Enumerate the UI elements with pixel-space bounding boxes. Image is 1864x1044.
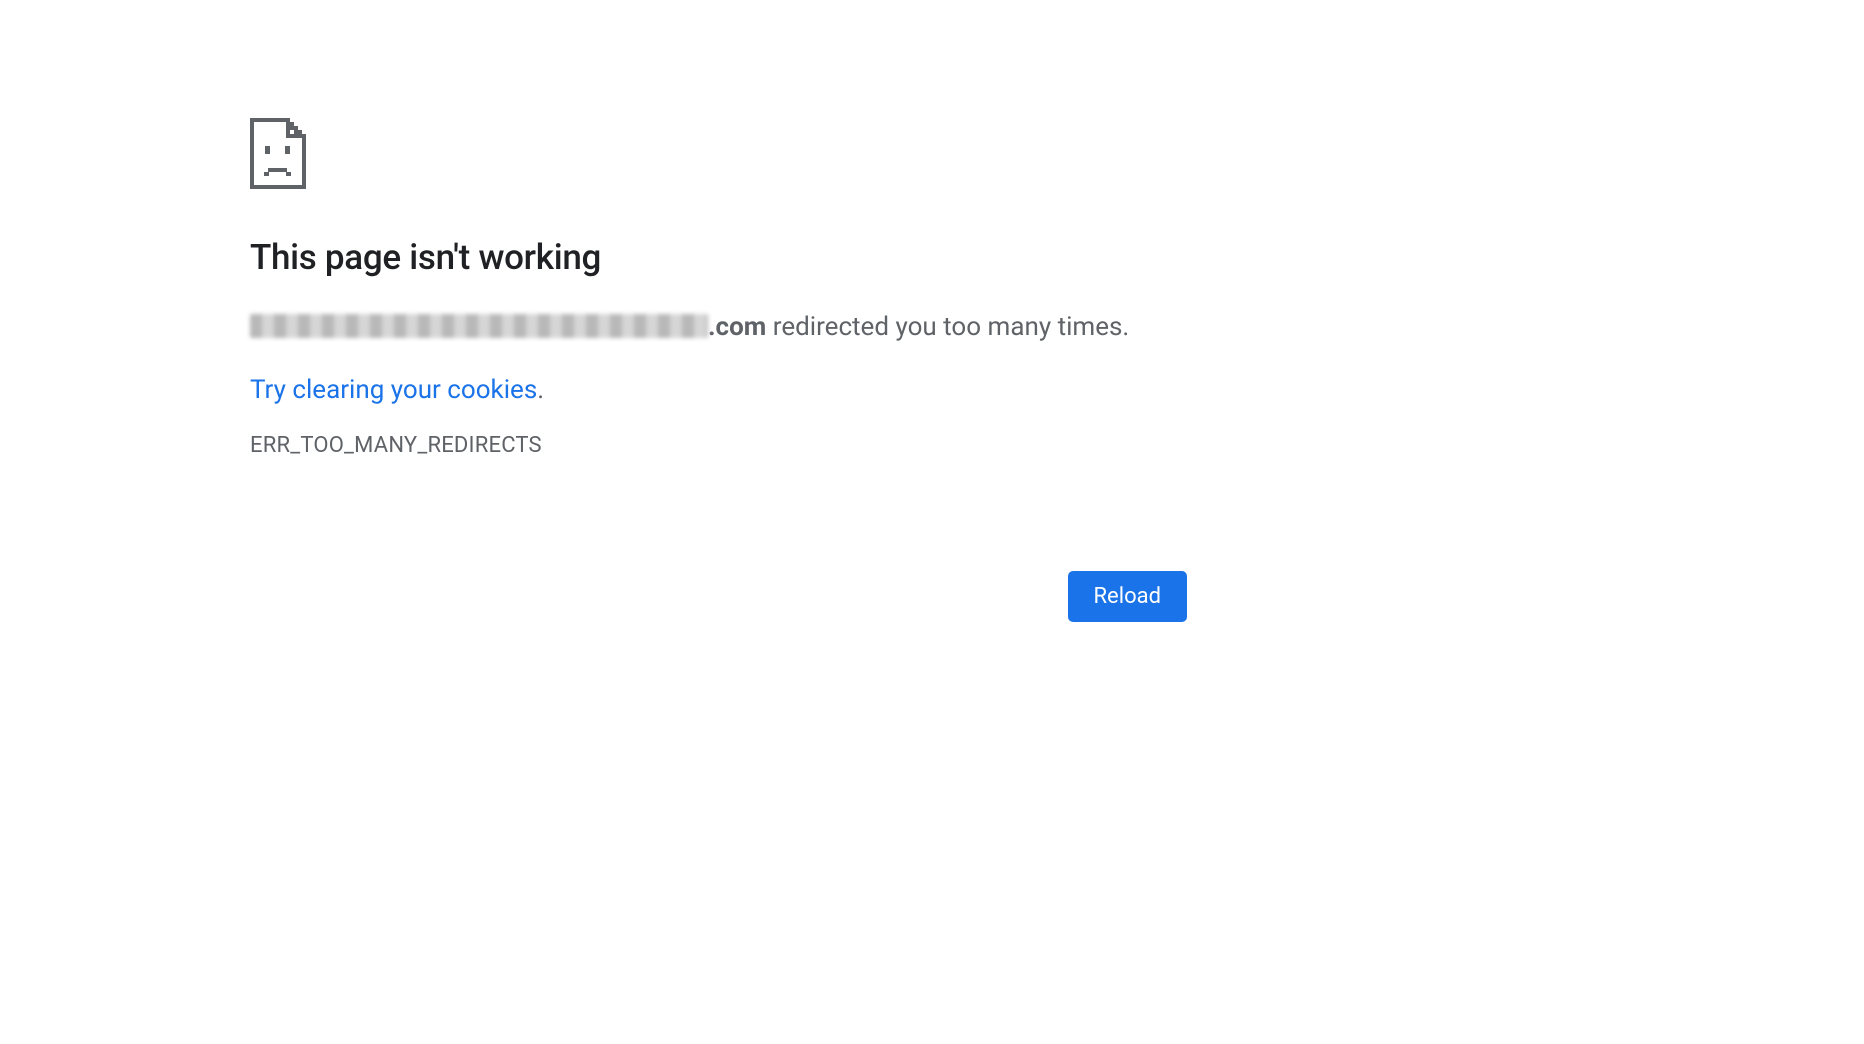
suggestion-period: . [537,375,544,405]
error-message: .com redirected you too many times. [250,308,1187,347]
suggestion-line: Try clearing your cookies. [250,375,1187,405]
clear-cookies-link[interactable]: Try clearing your cookies [250,375,537,405]
error-page-container: This page isn't working .com redirected … [250,118,1187,458]
redacted-domain [250,314,708,338]
error-title: This page isn't working [250,237,1187,278]
sad-file-icon [250,118,306,189]
error-icon-wrap [250,118,1187,189]
error-code: ERR_TOO_MANY_REDIRECTS [250,433,1187,458]
reload-button[interactable]: Reload [1068,571,1188,622]
error-message-rest: redirected you too many times. [766,312,1129,342]
domain-suffix: .com [708,312,766,342]
